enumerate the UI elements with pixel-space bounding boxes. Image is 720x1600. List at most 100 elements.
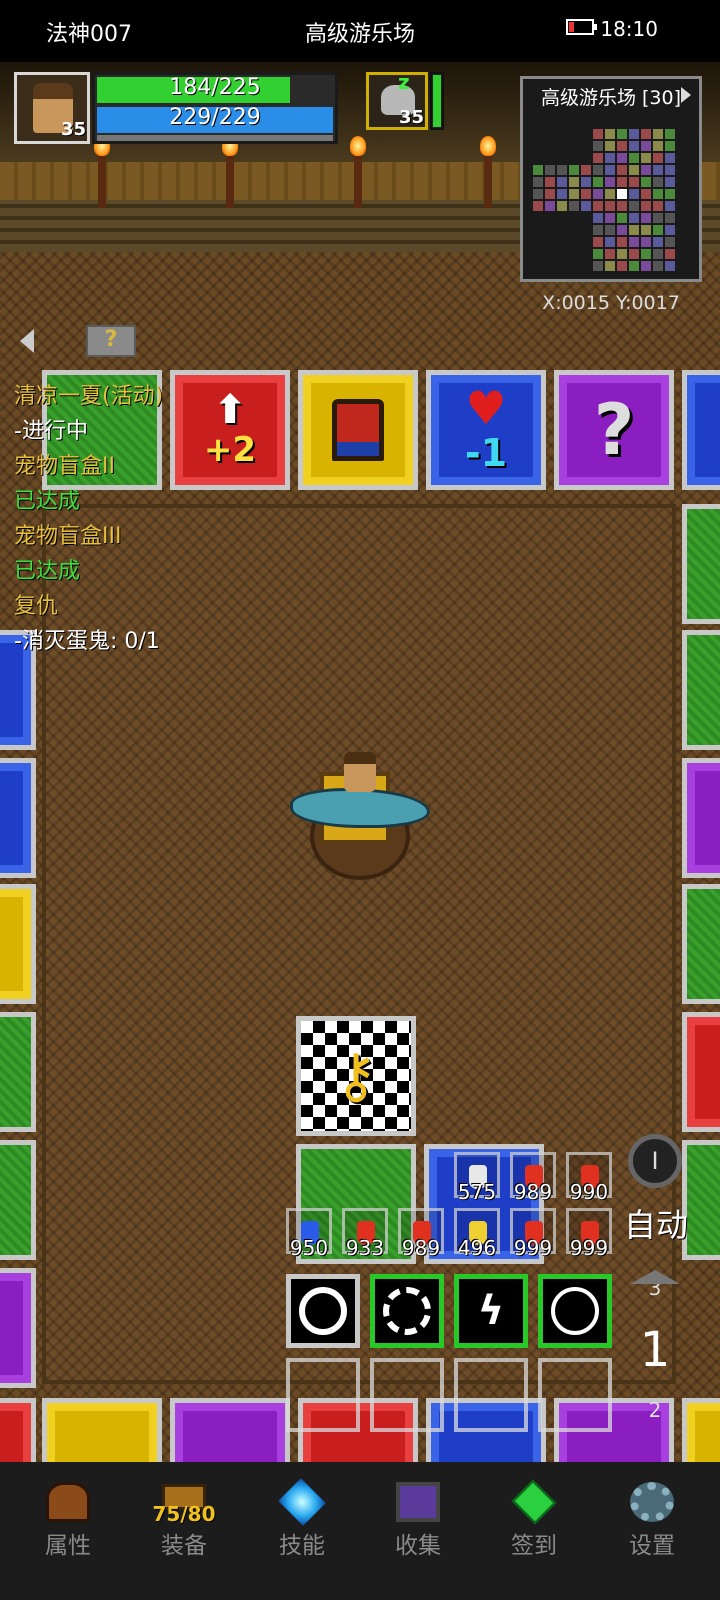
skill-slot-8[interactable] — [538, 1358, 612, 1432]
minimap-cell — [665, 237, 675, 247]
minimap-cell — [641, 261, 651, 271]
minimap-cell — [617, 201, 627, 211]
battery-icon — [566, 19, 597, 35]
tile-purple[interactable] — [170, 1398, 290, 1462]
minimap-cell — [641, 237, 651, 247]
nav-equipment[interactable]: 75/80 装备 — [126, 1462, 242, 1600]
minimap-cell — [545, 165, 555, 175]
torch-icon — [94, 136, 110, 208]
skill-lightning-icon: ϟ — [477, 1288, 505, 1334]
clock: 18:10 — [600, 17, 658, 41]
golden-key-icon: ⚷ — [334, 1041, 378, 1111]
minimap-cell — [605, 213, 615, 223]
tile-yellow[interactable] — [682, 1398, 720, 1462]
tile-red[interactable] — [0, 1398, 36, 1462]
tile-treasure-chest[interactable] — [298, 370, 418, 490]
skill-slot-2[interactable] — [370, 1274, 444, 1348]
minimap-cell — [605, 165, 615, 175]
tile-yellow[interactable] — [0, 884, 36, 1004]
tile-key-goal[interactable]: ⚷ — [296, 1016, 416, 1136]
tile-purple[interactable] — [682, 758, 720, 878]
skill-slot-6[interactable] — [370, 1358, 444, 1432]
raptor-mount-icon — [290, 788, 430, 828]
minimap-cell — [617, 165, 627, 175]
tile-grass[interactable] — [682, 504, 720, 624]
skill-page-down-button[interactable]: 2 — [630, 1398, 680, 1428]
minimap-cell — [641, 141, 651, 151]
tile-grass[interactable] — [0, 1140, 36, 1260]
tile-grass[interactable] — [0, 1012, 36, 1132]
pet-avatar[interactable]: 35 — [366, 72, 428, 130]
minimap-cell — [629, 225, 639, 235]
tile-mystery[interactable]: ? — [554, 370, 674, 490]
skill-slot-5[interactable] — [286, 1358, 360, 1432]
item-count: 999 — [569, 1236, 609, 1260]
sleep-icon: z — [398, 70, 410, 94]
skill-slot-4[interactable] — [538, 1274, 612, 1348]
minimap-cell — [665, 201, 675, 211]
tile-heart-minus[interactable]: ♥ -1 — [426, 370, 546, 490]
minimap-cell — [629, 153, 639, 163]
minimap-cell — [665, 249, 675, 259]
tile-purple[interactable] — [0, 1268, 36, 1388]
minimap-cell — [617, 225, 627, 235]
player-coordinates: X:0015 Y:0017 — [542, 292, 680, 314]
tile-yellow[interactable] — [42, 1398, 162, 1462]
skill-slot-7[interactable] — [454, 1358, 528, 1432]
auto-button[interactable]: 自动 — [624, 1200, 688, 1246]
skill-nova-icon — [299, 1287, 347, 1335]
player-avatar[interactable]: 35 — [14, 72, 90, 144]
minimap-cell — [545, 189, 555, 199]
minimap-cell — [617, 249, 627, 259]
player-character[interactable] — [290, 752, 440, 882]
quest-line: 已达成 — [14, 489, 81, 514]
gear-icon — [630, 1482, 674, 1522]
skill-slot-3[interactable]: ϟ — [454, 1274, 528, 1348]
help-button[interactable]: ? — [86, 325, 136, 357]
nav-attributes[interactable]: 属性 — [10, 1462, 126, 1600]
minimap-cell — [629, 141, 639, 151]
tile-grass[interactable] — [682, 630, 720, 750]
minimap-cell — [557, 165, 567, 175]
minimap-cell — [653, 261, 663, 271]
minimap-cell — [617, 141, 627, 151]
minimap[interactable]: 高级游乐场 [30] — [520, 76, 702, 282]
tile-blue[interactable] — [0, 758, 36, 878]
minimap-cell — [653, 177, 663, 187]
nav-collect[interactable]: 收集 — [360, 1462, 476, 1600]
minimap-cell — [593, 129, 603, 139]
minimap-cell — [617, 129, 627, 139]
minimap-title: 高级游乐场 [30] — [540, 87, 682, 109]
minimap-cell — [569, 201, 579, 211]
minimap-cell — [629, 261, 639, 271]
collapse-arrow-icon[interactable] — [20, 329, 34, 353]
nav-skills[interactable]: 技能 — [244, 1462, 360, 1600]
question-icon: ? — [593, 389, 635, 471]
arrow-up-icon: ⬆ — [213, 387, 247, 433]
expand-arrow-icon[interactable] — [681, 87, 691, 103]
minimap-cell — [557, 201, 567, 211]
minimap-cell — [593, 189, 603, 199]
quest-line: 清凉一夏(活动) — [14, 384, 164, 409]
minimap-cell — [653, 153, 663, 163]
skill-slot-1[interactable] — [286, 1274, 360, 1348]
minimap-cell — [569, 189, 579, 199]
tile-level-up[interactable]: ⬆ +2 — [170, 370, 290, 490]
minimap-cell — [665, 165, 675, 175]
minimap-cell — [533, 201, 543, 211]
minimap-cell — [641, 189, 651, 199]
minimap-cell — [653, 141, 663, 151]
minimap-cell — [605, 225, 615, 235]
tile-blue[interactable] — [682, 370, 720, 490]
tile-grass[interactable] — [682, 884, 720, 1004]
minimap-cell — [605, 261, 615, 271]
skill-page-up-button[interactable]: 3 — [630, 1270, 680, 1306]
nav-settings[interactable]: 设置 — [594, 1462, 710, 1600]
nav-checkin[interactable]: 签到 — [476, 1462, 592, 1600]
minimap-cell — [557, 177, 567, 187]
tile-red[interactable] — [682, 1012, 720, 1132]
mp-text: 229/229 — [169, 105, 261, 130]
quickbar-toggle-button[interactable]: I — [628, 1134, 682, 1188]
minimap-cell — [605, 249, 615, 259]
quest-line: 宠物盲盒III — [14, 524, 122, 549]
